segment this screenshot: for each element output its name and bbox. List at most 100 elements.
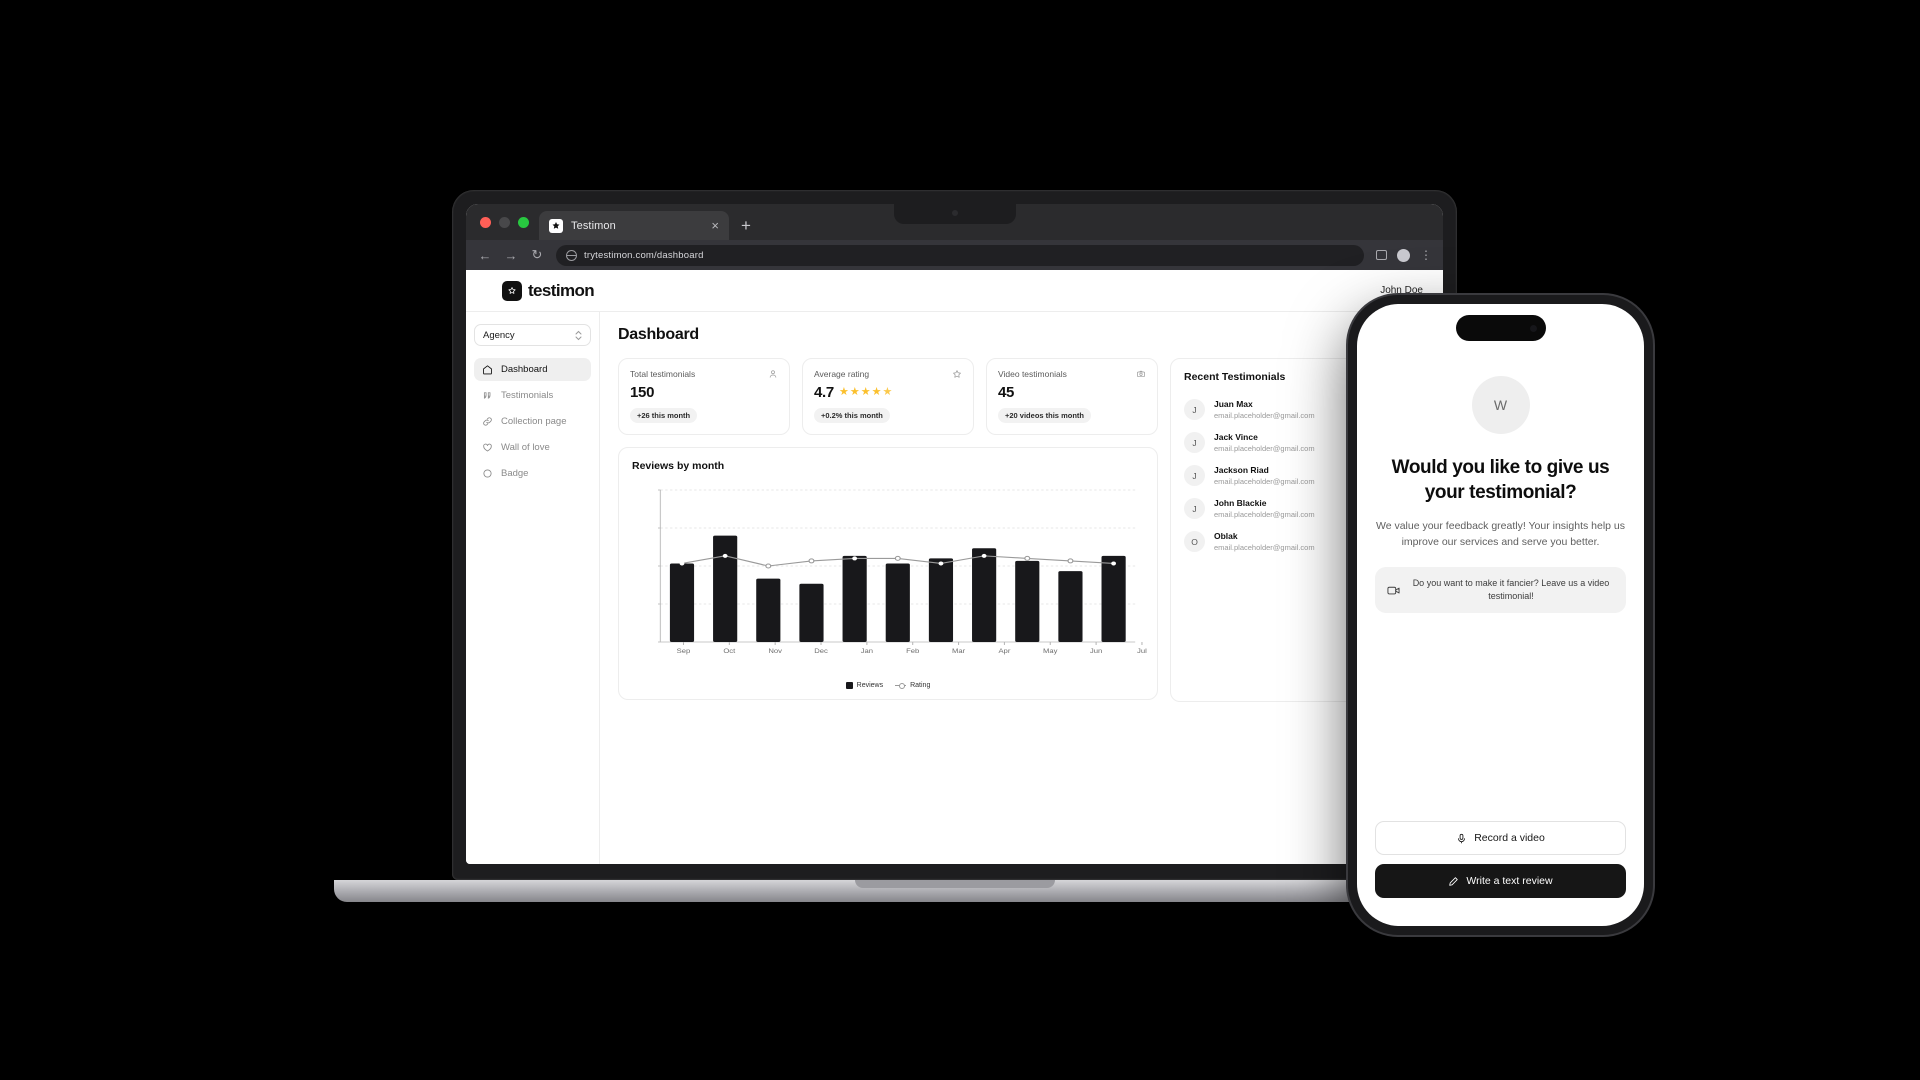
phone-description: We value your feedback greatly! Your ins… <box>1375 520 1626 549</box>
chart-point <box>981 553 987 558</box>
chart-bar <box>756 578 781 642</box>
chart-point <box>679 561 685 566</box>
sidebar-item-dashboard[interactable]: Dashboard <box>474 358 591 381</box>
stat-label: Video testimonials <box>998 369 1067 379</box>
chart-legend: Reviews Rating <box>632 682 1144 689</box>
chart-bar <box>1015 560 1040 642</box>
circle-icon <box>482 468 493 479</box>
forward-icon[interactable]: → <box>504 248 518 263</box>
sidebar-item-collection-page[interactable]: Collection page <box>474 410 591 433</box>
video-prompt-note: Do you want to make it fancier? Leave us… <box>1375 567 1626 614</box>
profile-avatar-icon[interactable] <box>1397 248 1410 262</box>
avatar: J <box>1184 498 1205 519</box>
chart-bar <box>885 563 910 642</box>
phone-actions: Record a video Write a text review <box>1375 821 1626 898</box>
address-bar[interactable]: trytestimon.com/dashboard <box>556 244 1364 266</box>
rating-stars: ★ ★ ★ ★ ★ <box>839 387 892 398</box>
record-video-button[interactable]: Record a video <box>1375 821 1626 855</box>
laptop-screen: Testimon × + ← → ↻ trytestimon.com/dashb… <box>466 204 1443 864</box>
sidebar-item-badge[interactable]: Badge <box>474 462 591 485</box>
pencil-icon <box>1449 876 1459 886</box>
chart-bar <box>799 583 824 642</box>
camera-icon <box>1136 369 1146 379</box>
app-logo[interactable]: testimon <box>482 280 595 301</box>
write-review-button[interactable]: Write a text review <box>1375 864 1626 898</box>
webcam-icon <box>951 210 958 216</box>
phone-heading: Would you like to give us your testimoni… <box>1391 457 1610 503</box>
stat-badge: +26 this month <box>630 408 698 423</box>
legend-swatch-line <box>895 683 907 689</box>
testimon-app: testimon John Doe Agency Dashboard Testi… <box>466 270 1443 864</box>
maximize-window-icon[interactable] <box>518 216 529 228</box>
avatar: W <box>1471 376 1530 434</box>
sidebar: Agency Dashboard Testimonials Collection… <box>466 312 600 864</box>
sidebar-item-testimonials[interactable]: Testimonials <box>474 384 591 407</box>
star-icon: ★ <box>871 386 882 398</box>
app-body: Agency Dashboard Testimonials Collection… <box>466 312 1443 864</box>
link-icon <box>482 416 493 427</box>
legend-swatch-bar <box>845 682 853 689</box>
sidebar-item-label: Badge <box>501 468 529 479</box>
chart-point <box>1067 558 1074 564</box>
legend-item-reviews: Reviews <box>845 682 883 689</box>
star-icon: ★ <box>860 386 871 398</box>
sidebar-item-label: Dashboard <box>501 364 548 375</box>
stat-label: Total testimonials <box>630 369 696 379</box>
app-logo-text: testimon <box>528 280 595 300</box>
avatar: J <box>1184 432 1205 453</box>
laptop-body: Testimon × + ← → ↻ trytestimon.com/dashb… <box>452 190 1457 880</box>
chart-area: 015304560SepOctNovDecJanFebMarAprMayJunJ… <box>632 480 1147 676</box>
stat-value-row: 150 <box>630 384 778 401</box>
workspace-selector[interactable]: Agency <box>474 324 591 346</box>
sidebar-item-wall-of-love[interactable]: Wall of love <box>474 436 591 459</box>
address-bar-url: trytestimon.com/dashboard <box>584 249 704 261</box>
split-view-icon[interactable] <box>1376 250 1387 260</box>
heart-icon <box>482 442 493 453</box>
browser-menu-icon[interactable]: ⋮ <box>1420 248 1432 262</box>
phone-mockup: W Would you like to give us your testimo… <box>1348 295 1653 935</box>
browser-tab-title: Testimon <box>571 219 616 232</box>
chart-title: Reviews by month <box>632 460 725 472</box>
browser-toolbar: ← → ↻ trytestimon.com/dashboard ⋮ <box>466 240 1443 270</box>
back-icon[interactable]: ← <box>478 248 492 263</box>
chart-bar <box>1058 571 1083 642</box>
stat-card-header: Average rating <box>814 369 962 379</box>
legend-item-rating: Rating <box>895 682 930 689</box>
minimize-window-icon[interactable] <box>499 216 510 228</box>
chart-point <box>852 556 858 561</box>
sidebar-item-label: Wall of love <box>501 442 550 453</box>
star-badge-icon <box>502 280 522 301</box>
star-outline-icon <box>952 369 962 379</box>
star-icon: ★ <box>849 386 860 398</box>
avatar: J <box>1184 465 1205 486</box>
window-controls[interactable] <box>476 204 539 240</box>
reload-icon[interactable]: ↻ <box>530 247 544 263</box>
stat-badge: +20 videos this month <box>998 408 1091 423</box>
video-prompt-text: Do you want to make it fancier? Leave us… <box>1412 578 1610 602</box>
chart-point <box>894 555 901 561</box>
main-content: Dashboard Total testimonials 150 +26 thi… <box>600 312 1443 864</box>
workspace-selector-value: Agency <box>483 329 515 341</box>
stat-card-video-testimonials: Video testimonials 45 +20 videos this mo… <box>986 358 1158 435</box>
browser-tab[interactable]: Testimon × <box>539 211 729 240</box>
chart-point <box>1111 561 1117 566</box>
chart-bar <box>928 558 954 642</box>
close-tab-icon[interactable]: × <box>711 219 719 232</box>
star-icon: ★ <box>838 386 849 398</box>
new-tab-button[interactable]: + <box>729 211 763 240</box>
sidebar-item-label: Testimonials <box>501 390 554 401</box>
laptop-notch <box>893 204 1016 224</box>
legend-label: Rating <box>910 682 931 689</box>
chart-bar <box>713 535 738 642</box>
avatar: J <box>1184 399 1205 420</box>
chart-bar <box>1101 555 1126 642</box>
close-window-icon[interactable] <box>480 216 491 228</box>
stat-card-average-rating: Average rating 4.7 ★ ★ ★ ★ ★ +0.2% this … <box>802 358 974 435</box>
chart-bar <box>669 563 695 642</box>
stat-card-header: Video testimonials <box>998 369 1146 379</box>
app-header: testimon John Doe <box>466 270 1443 312</box>
site-info-icon[interactable] <box>566 249 577 261</box>
stat-card-total-testimonials: Total testimonials 150 +26 this month <box>618 358 790 435</box>
stat-card-header: Total testimonials <box>630 369 778 379</box>
screenshot-stage: Testimon × + ← → ↻ trytestimon.com/dashb… <box>0 0 1920 1080</box>
